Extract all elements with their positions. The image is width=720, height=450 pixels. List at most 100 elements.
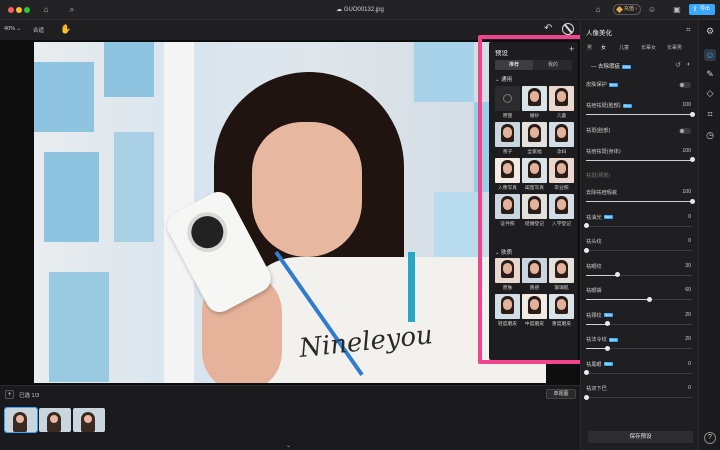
portrait-beauty-icon[interactable]: ☺	[704, 49, 716, 61]
adjust-slider[interactable]	[586, 111, 695, 117]
adjust-value[interactable]: 60	[685, 287, 691, 293]
upload-icon: ⇪	[692, 6, 698, 13]
search-icon[interactable]: ⌕	[66, 4, 78, 16]
edited-photo[interactable]: Nineleyou	[34, 42, 546, 383]
adjust-value[interactable]: 100	[682, 148, 691, 154]
gender-tabs: 男 女 儿童 长辈女 长辈男	[581, 44, 699, 56]
thumbnail-2[interactable]	[39, 408, 71, 432]
row-label-text: 祛油光	[586, 214, 602, 221]
row-label-text: 祛头纹	[586, 239, 602, 245]
history-icon[interactable]: ◷	[704, 129, 716, 141]
adjust-row-label: 祛黑眼 New	[586, 361, 613, 368]
adjust-value[interactable]: 0	[688, 385, 691, 391]
zoom-select[interactable]: 40% ⌄	[4, 26, 21, 32]
tab-male[interactable]: 男	[587, 44, 592, 51]
adjust-icon[interactable]: ⚙	[704, 25, 716, 37]
adjust-row-label: 祛法令纹 New	[586, 336, 618, 343]
adjust-row-label: 祛眼纹	[586, 263, 602, 270]
adjust-slider[interactable]	[583, 223, 692, 228]
account-icon[interactable]: ☺	[646, 4, 658, 16]
mask-icon[interactable]: ◇	[704, 87, 716, 99]
new-badge: New	[603, 313, 613, 318]
slider-handle[interactable]	[689, 111, 695, 117]
adjust-value[interactable]: 100	[682, 189, 691, 195]
row-label-text: 皮肤保护	[586, 82, 607, 88]
slider-handle[interactable]	[583, 394, 589, 400]
crop-icon[interactable]: ⌗	[704, 108, 716, 120]
row-label-text: 祛双下巴	[586, 386, 607, 392]
adjust-value[interactable]: 30	[685, 263, 691, 269]
adjust-value[interactable]: 100	[682, 102, 691, 108]
slider-handle[interactable]	[647, 296, 653, 302]
row-label-text: 祛痘祛斑(身体)	[586, 148, 621, 155]
tab-female[interactable]: 女	[601, 44, 606, 51]
tab-elder-female[interactable]: 长辈女	[641, 44, 656, 51]
panel-toggle-icon[interactable]: ▣	[671, 4, 683, 16]
row-label-text: 祛痘祛斑(脸部)	[586, 103, 621, 109]
thumbnail-1[interactable]	[4, 407, 38, 433]
adjust-value[interactable]: 0	[688, 238, 691, 244]
add-photo-button[interactable]: +	[5, 390, 14, 399]
slider-handle[interactable]	[604, 321, 610, 326]
new-badge: New	[608, 337, 618, 342]
tab-child[interactable]: 儿童	[619, 44, 629, 51]
export-button[interactable]: ⇪ 导出	[689, 4, 715, 15]
toggle-switch[interactable]	[679, 127, 691, 134]
slider-handle[interactable]	[583, 247, 589, 253]
adjust-row-label: 祛油光 New	[586, 214, 613, 221]
close-window-button[interactable]	[8, 7, 14, 13]
collapse-panel-icon[interactable]: ⌗	[686, 25, 691, 35]
thumbnail-3[interactable]	[73, 408, 105, 432]
row-label-text: 祛眼袋	[586, 288, 602, 294]
section-title[interactable]: — 去除瑕疵 New	[591, 62, 632, 70]
selection-count: 已选 1/3	[19, 393, 40, 399]
adjust-slider[interactable]	[586, 198, 695, 204]
adjust-slider[interactable]	[583, 247, 692, 253]
adjust-row-label: 祛斑(颈部)	[586, 172, 610, 179]
slider-handle[interactable]	[583, 223, 589, 228]
zoom-window-button[interactable]	[24, 7, 30, 13]
row-label-text: 祛斑(脸部)	[586, 127, 611, 134]
toggle-switch[interactable]	[679, 82, 691, 88]
adjust-row-label: 祛眼袋	[586, 287, 602, 294]
compare-icon[interactable]	[562, 23, 574, 35]
reset-icon[interactable]: ↺	[675, 61, 681, 69]
row-label-text: 祛颈纹	[586, 312, 602, 319]
slider-handle[interactable]	[615, 272, 621, 277]
home-icon[interactable]: ⌂	[40, 4, 52, 16]
adjust-value[interactable]: 0	[688, 214, 691, 220]
slider-handle[interactable]	[689, 157, 695, 162]
toggle-visibility-icon[interactable]: ◐	[687, 61, 691, 68]
save-preset-button[interactable]: 保存预设	[588, 431, 693, 443]
hand-tool-icon[interactable]: ✋	[60, 24, 71, 35]
cloud-icon: ☁	[336, 7, 344, 13]
adjust-value[interactable]: 0	[688, 361, 691, 367]
view-mode-button[interactable]: 单视图	[546, 389, 576, 399]
chevron-down-icon[interactable]: ⌄	[286, 442, 291, 449]
adjust-row-label: 祛痘祛斑(身体)	[586, 148, 621, 155]
adjust-value[interactable]: 20	[685, 312, 691, 318]
adjust-slider[interactable]	[586, 321, 692, 326]
retouch-icon[interactable]: ✎	[704, 68, 716, 80]
row-label-text: 祛斑(颈部)	[586, 173, 611, 179]
adjust-slider[interactable]	[586, 157, 695, 162]
adjust-slider[interactable]	[586, 345, 692, 351]
adjust-row-label: 皮肤保护 New	[586, 81, 618, 88]
gift-icon[interactable]: ⌂	[592, 4, 604, 16]
adjust-slider[interactable]	[583, 394, 692, 400]
fit-button[interactable]: 合适	[33, 26, 44, 34]
slider-handle[interactable]	[604, 345, 610, 351]
adjust-value[interactable]: 20	[685, 336, 691, 342]
tab-elder-male[interactable]: 长辈男	[667, 44, 682, 51]
tool-strip: ⚙ ☺ ✎ ◇ ⌗ ◷?	[698, 20, 720, 450]
slider-handle[interactable]	[689, 198, 695, 204]
adjust-slider[interactable]	[586, 272, 692, 277]
new-badge: New	[622, 64, 632, 69]
slider-handle[interactable]	[583, 370, 589, 375]
help-icon[interactable]: ?	[704, 432, 716, 444]
minimize-window-button[interactable]	[16, 7, 22, 13]
adjust-slider[interactable]	[583, 370, 692, 375]
undo-icon[interactable]: ↶	[544, 23, 552, 34]
vip-button[interactable]: 充值 ›	[613, 4, 641, 15]
adjust-slider[interactable]	[586, 296, 692, 302]
